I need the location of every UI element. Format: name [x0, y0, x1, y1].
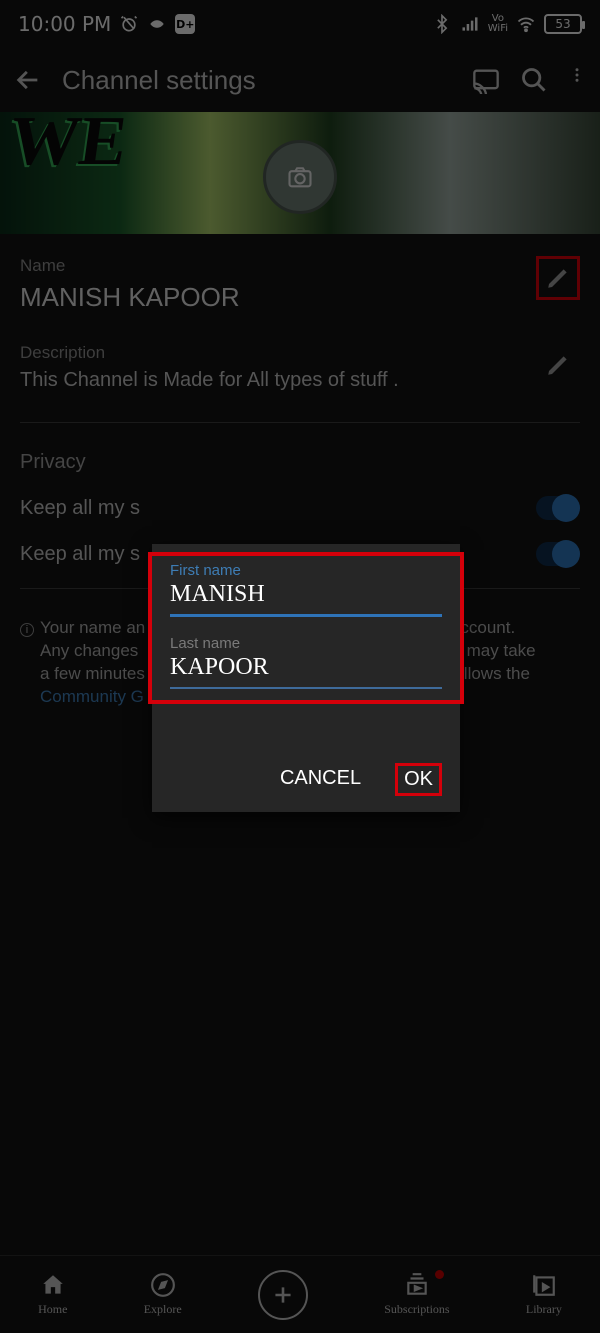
name-value: MANISH KAPOOR	[20, 282, 240, 313]
pencil-icon	[545, 352, 571, 378]
nav-explore-label: Explore	[144, 1302, 182, 1317]
privacy-toggle-2[interactable]	[536, 542, 580, 566]
search-icon[interactable]	[520, 66, 548, 94]
app-icon-1	[147, 14, 167, 34]
info-icon: i	[20, 623, 34, 637]
nav-library[interactable]: Library	[526, 1272, 562, 1317]
bottom-nav: Home Explore Subscriptions Library	[0, 1255, 600, 1333]
community-guidelines-link[interactable]: Community G	[40, 687, 144, 706]
nav-explore[interactable]: Explore	[144, 1272, 182, 1317]
edit-name-dialog: First name Last name CANCEL OK	[152, 544, 460, 812]
pencil-icon	[545, 265, 571, 291]
signal-icon	[460, 14, 480, 34]
library-icon	[531, 1272, 557, 1298]
battery-level: 53	[555, 17, 570, 31]
privacy-row-2-label: Keep all my s	[20, 543, 140, 566]
first-name-label: First name	[170, 562, 442, 579]
nav-home[interactable]: Home	[38, 1272, 67, 1317]
cancel-button[interactable]: CANCEL	[272, 763, 369, 796]
cast-icon[interactable]	[472, 66, 500, 94]
last-name-input[interactable]	[170, 652, 442, 689]
nav-create[interactable]	[258, 1270, 308, 1320]
privacy-row-1: Keep all my s	[20, 496, 580, 520]
camera-icon	[286, 163, 314, 191]
privacy-row-1-label: Keep all my s	[20, 497, 140, 520]
status-time: 10:00 PM	[18, 12, 111, 36]
nav-subscriptions[interactable]: Subscriptions	[384, 1272, 449, 1317]
back-icon[interactable]	[14, 66, 42, 94]
plus-icon	[270, 1282, 296, 1308]
compass-icon	[150, 1272, 176, 1298]
ok-button[interactable]: OK	[395, 763, 442, 796]
status-bar: 10:00 PM D+ VoWiFi 53	[0, 0, 600, 48]
more-icon[interactable]	[568, 66, 586, 94]
name-label: Name	[20, 256, 240, 276]
last-name-label: Last name	[170, 635, 442, 652]
wifi-icon	[516, 14, 536, 34]
app-header: Channel settings	[0, 48, 600, 112]
bluetooth-icon	[432, 14, 452, 34]
banner-text: WE	[4, 102, 132, 182]
nav-library-label: Library	[526, 1302, 562, 1317]
notification-badge	[435, 1270, 444, 1279]
divider	[20, 422, 580, 423]
alarm-off-icon	[119, 14, 139, 34]
subscriptions-icon	[404, 1272, 430, 1298]
nav-home-label: Home	[38, 1302, 67, 1317]
edit-name-button[interactable]	[536, 256, 580, 300]
nav-subscriptions-label: Subscriptions	[384, 1302, 449, 1317]
description-label: Description	[20, 343, 536, 363]
description-value: This Channel is Made for All types of st…	[20, 369, 536, 392]
channel-banner: WE	[0, 112, 600, 234]
battery-icon: 53	[544, 14, 582, 34]
edit-description-button[interactable]	[536, 343, 580, 387]
volte-icon: VoWiFi	[488, 14, 508, 34]
app-icon-2: D+	[175, 14, 195, 34]
first-name-input[interactable]	[170, 579, 442, 617]
home-icon	[40, 1272, 66, 1298]
privacy-label: Privacy	[20, 451, 580, 474]
page-title: Channel settings	[62, 65, 452, 96]
avatar-edit[interactable]	[263, 140, 337, 214]
privacy-toggle-1[interactable]	[536, 496, 580, 520]
